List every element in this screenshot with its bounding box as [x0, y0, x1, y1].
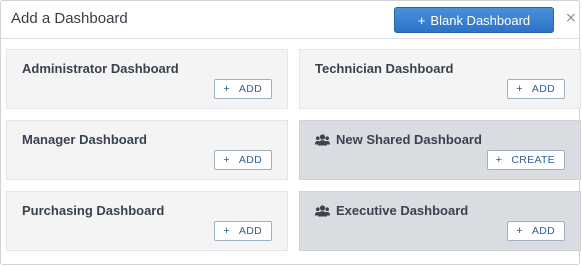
action-label: ADD — [531, 83, 555, 95]
card-title: Purchasing Dashboard — [22, 203, 165, 218]
add-administrator-dashboard-button[interactable]: + ADD — [214, 79, 272, 99]
add-purchasing-dashboard-button[interactable]: + ADD — [214, 221, 272, 241]
plus-icon: + — [223, 83, 230, 95]
add-dashboard-dialog: Add a Dashboard + Blank Dashboard × Admi… — [0, 0, 581, 265]
action-label: ADD — [238, 83, 262, 95]
users-icon — [315, 133, 330, 146]
close-icon[interactable]: × — [565, 10, 577, 26]
card-manager-dashboard: Manager Dashboard + ADD — [6, 120, 288, 180]
plus-icon: + — [495, 154, 503, 166]
blank-dashboard-label: Blank Dashboard — [430, 12, 531, 28]
create-shared-dashboard-button[interactable]: + CREATE — [486, 150, 565, 170]
add-executive-dashboard-button[interactable]: + ADD — [507, 221, 565, 241]
plus-icon: + — [516, 225, 523, 237]
add-manager-dashboard-button[interactable]: + ADD — [214, 150, 272, 170]
card-title: New Shared Dashboard — [336, 132, 482, 147]
card-executive-dashboard: Executive Dashboard + ADD — [299, 191, 581, 251]
blank-dashboard-button[interactable]: + Blank Dashboard — [394, 7, 554, 33]
card-title: Manager Dashboard — [22, 132, 147, 147]
plus-icon: + — [516, 83, 523, 95]
plus-icon: + — [223, 154, 230, 166]
action-label: ADD — [238, 154, 262, 166]
card-technician-dashboard: Technician Dashboard + ADD — [299, 49, 581, 109]
card-title: Executive Dashboard — [336, 203, 469, 218]
card-purchasing-dashboard: Purchasing Dashboard + ADD — [6, 191, 288, 251]
card-title-row: Executive Dashboard — [315, 203, 468, 218]
action-label: ADD — [531, 225, 555, 237]
plus-icon: + — [223, 225, 230, 237]
users-icon — [315, 204, 330, 217]
plus-icon: + — [417, 12, 426, 28]
card-title: Technician Dashboard — [315, 61, 454, 76]
card-title: Administrator Dashboard — [22, 61, 179, 76]
card-administrator-dashboard: Administrator Dashboard + ADD — [6, 49, 288, 109]
add-technician-dashboard-button[interactable]: + ADD — [507, 79, 565, 99]
dialog-header: Add a Dashboard + Blank Dashboard × — [1, 1, 579, 39]
card-title-row: New Shared Dashboard — [315, 132, 482, 147]
dialog-title: Add a Dashboard — [11, 10, 128, 27]
action-label: CREATE — [511, 154, 555, 166]
card-new-shared-dashboard: New Shared Dashboard + CREATE — [299, 120, 581, 180]
action-label: ADD — [238, 225, 262, 237]
